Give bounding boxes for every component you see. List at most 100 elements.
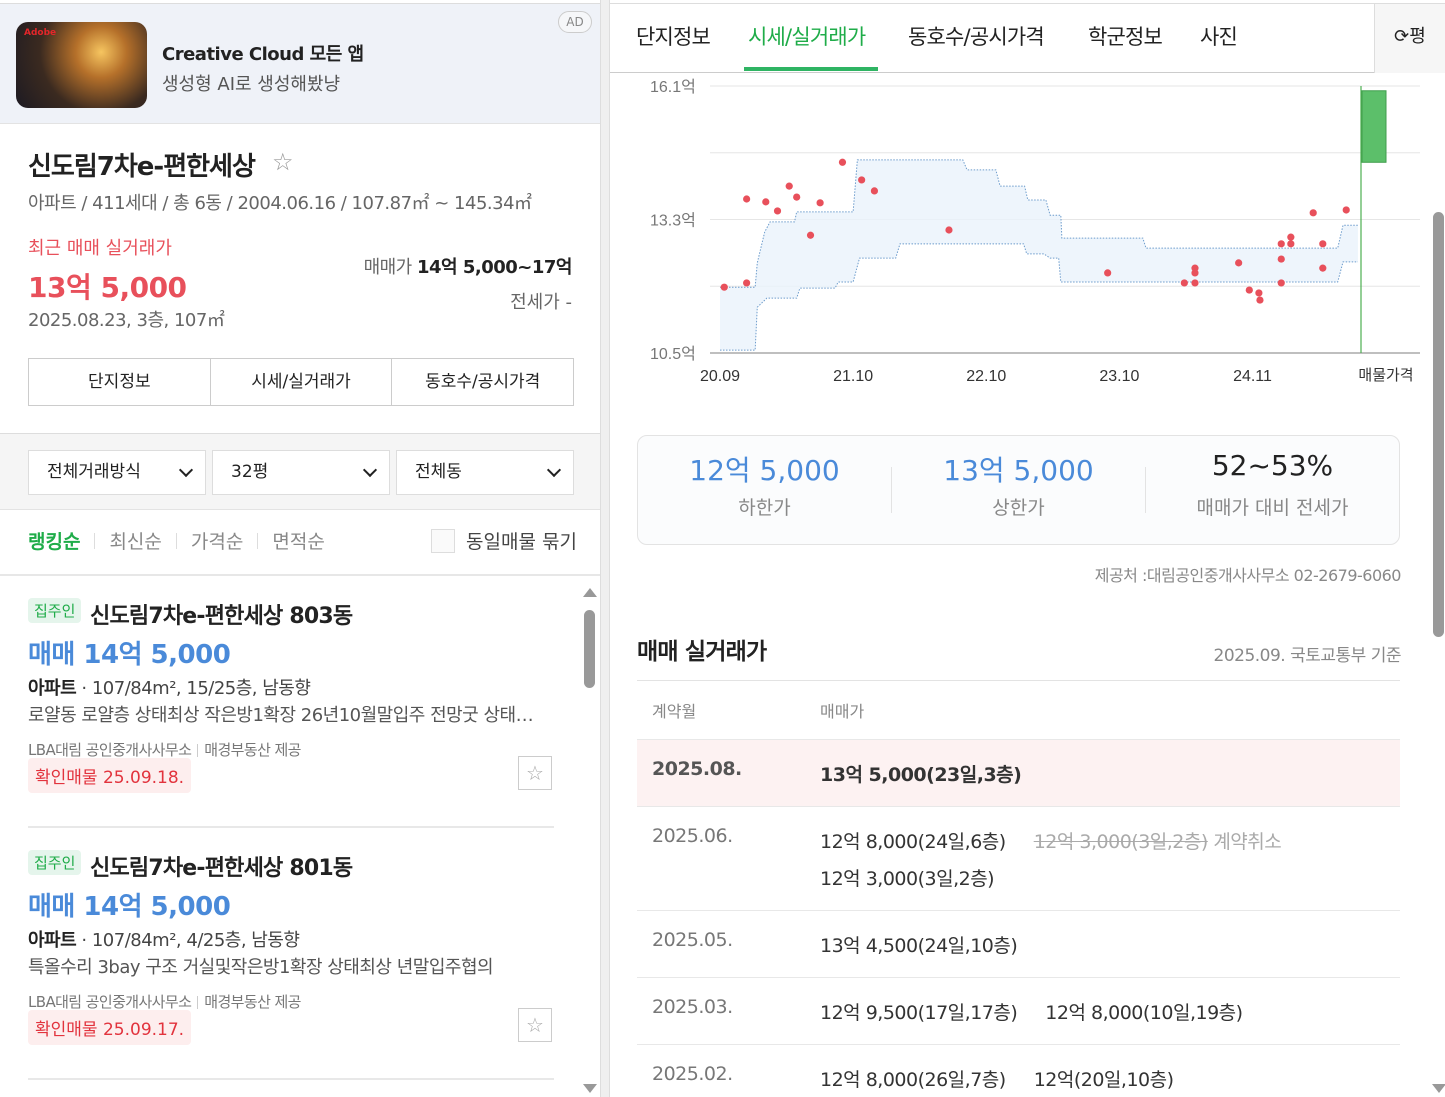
deal-month: 2025.08. [652, 758, 742, 780]
filter-bar: 전체거래방식 32평 전체동 [0, 433, 600, 510]
deal-entry: 12억 3,000(3일,2층) [820, 868, 995, 890]
header-month: 계약월 [652, 702, 697, 721]
deal-point [945, 226, 953, 234]
listing-price: 매매 14억 5,000 [28, 892, 231, 922]
deal-point [1287, 240, 1295, 248]
favorite-star-icon[interactable]: ☆ [272, 148, 294, 176]
deal-point [1245, 286, 1253, 294]
ad-banner[interactable]: Adobe Creative Cloud 모든 앱 생성형 AI로 생성해봤냥 … [0, 3, 600, 124]
deal-month: 2025.03. [652, 996, 733, 1018]
unit-toggle-button[interactable]: ⟳평 [1374, 3, 1445, 73]
deal-point [1277, 279, 1285, 287]
deal-month: 2025.05. [652, 929, 733, 951]
group-same-label[interactable]: 동일매물 묶기 [466, 527, 577, 554]
x-tick-label: 21.10 [833, 368, 873, 385]
deal-point [1180, 279, 1188, 287]
deal-point [870, 187, 879, 195]
deal-entry: 12억 8,000(24일,6층) [820, 831, 1006, 853]
listing-name[interactable]: 신도림7차e-편한세상 803동 [90, 598, 353, 630]
sort-price[interactable]: 가격순 [191, 527, 243, 554]
scroll-down-icon[interactable] [583, 1084, 597, 1093]
deals-table: 계약월 매매가 2025.08. 13억 5,000(23일,3층) 2025.06… [637, 680, 1400, 1097]
tab-complex-info[interactable]: 단지정보 [636, 21, 711, 51]
star-icon[interactable]: ☆ [518, 756, 552, 790]
deal-entry: 12억(20일,10층) [1033, 1069, 1174, 1091]
deal-point [1191, 264, 1199, 272]
listing-item[interactable]: 집주인 신도림7차e-편한세상 803동 매매 14억 5,000 아파트 · … [28, 576, 554, 828]
scroll-up-icon[interactable] [583, 588, 597, 597]
ad-image[interactable]: Adobe [16, 22, 147, 108]
deal-point [743, 279, 751, 287]
left-tab-market-price[interactable]: 시세/실거래가 [211, 359, 393, 405]
provider-info: 제공처 :대림공인중개사사무소 02-2679-6060 [1094, 566, 1402, 585]
right-tabs: 단지정보 시세/실거래가 동호수/공시가격 학군정보 사진 [610, 3, 1445, 73]
building-select[interactable]: 전체동 [396, 450, 574, 495]
listing-type: 아파트 [28, 678, 77, 699]
panel-divider[interactable] [601, 0, 610, 1097]
listing-price-bar [1361, 90, 1387, 163]
scrollbar-thumb[interactable] [1433, 212, 1444, 637]
sort-latest[interactable]: 최신순 [109, 527, 161, 554]
deal-entry: 12억 8,000(26일,7층) [820, 1069, 1006, 1091]
recent-deal-detail: 2025.08.23, 3층, 107㎡ [28, 310, 225, 331]
deal-point [1277, 255, 1285, 263]
right-scrollbar[interactable] [1432, 75, 1445, 1097]
recent-deal-label: 최근 매매 실거래가 [28, 238, 172, 259]
deal-month: 2025.06. [652, 825, 733, 847]
sale-value: 14억 5,000~17억 [416, 257, 573, 278]
deal-month: 2025.02. [652, 1063, 733, 1085]
listing-price: 매매 14억 5,000 [28, 640, 231, 670]
tab-unit-price[interactable]: 동호수/공시가격 [908, 21, 1045, 51]
deal-point [1319, 264, 1327, 272]
y-tick-label: 16.1억 [650, 78, 696, 96]
deal-point [773, 207, 782, 215]
group-same-checkbox[interactable] [431, 529, 455, 553]
deal-point [1256, 296, 1264, 304]
sort-area[interactable]: 면적순 [272, 527, 324, 554]
listing-spec-text: · 107/84m², 15/25층, 남동향 [76, 678, 311, 699]
scrollbar-thumb[interactable] [584, 610, 595, 688]
confirmed-badge: 확인매물 25.09.17. [28, 1010, 192, 1045]
deal-entry: 13억 5,000(23일,3층) [820, 764, 1022, 786]
deal-entry: 12억 8,000(10일,19층) [1045, 1002, 1243, 1024]
deal-point [1191, 279, 1199, 287]
listing-name[interactable]: 신도림7차e-편한세상 801동 [90, 850, 353, 882]
sort-options: 랭킹순 최신순 가격순 면적순 [28, 527, 325, 554]
trade-type-select[interactable]: 전체거래방식 [28, 450, 206, 495]
x-tick-label: 23.10 [1099, 368, 1139, 385]
agent-name[interactable]: LBA대림 공인중개사사무소 [28, 993, 192, 1011]
confirmed-badge: 확인매물 25.09.18. [28, 758, 192, 793]
deal-point [838, 158, 847, 166]
ad-title[interactable]: Creative Cloud 모든 앱 [162, 40, 364, 66]
ad-badge[interactable]: AD [558, 11, 592, 33]
star-icon[interactable]: ☆ [518, 1008, 552, 1042]
summary-upper: 13억 5,000 상한가 [892, 454, 1146, 519]
lower-price: 12억 5,000 [689, 454, 840, 487]
listing-scrollbar[interactable] [583, 588, 597, 1093]
listing-agent: LBA대림 공인중개사사무소 매경부동산 제공 [28, 739, 301, 760]
owner-tag: 집주인 [28, 850, 82, 875]
ad-subtitle: 생성형 AI로 생성해봤냥 [162, 74, 341, 95]
tab-market-price[interactable]: 시세/실거래가 [748, 21, 866, 51]
lower-label: 하한가 [738, 497, 791, 519]
listing-spec-text: · 107/84m², 4/25층, 남동향 [76, 930, 300, 951]
sort-ranking[interactable]: 랭킹순 [28, 527, 80, 554]
scroll-down-icon[interactable] [1432, 1084, 1445, 1093]
price-summary: 12억 5,000 하한가 13억 5,000 상한가 52~53% 매매가 대비 전… [637, 435, 1400, 545]
area-select[interactable]: 32평 [212, 450, 390, 495]
complex-title: 신도림7차e-편한세상 [28, 152, 256, 182]
tab-school[interactable]: 학군정보 [1088, 21, 1163, 51]
left-tab-unit-price[interactable]: 동호수/공시가격 [392, 359, 573, 405]
tab-photos[interactable]: 사진 [1200, 21, 1238, 51]
chevron-down-icon [362, 462, 378, 478]
agent-name[interactable]: LBA대림 공인중개사사무소 [28, 741, 192, 759]
complex-meta: 아파트 / 411세대 / 총 6동 / 2004.06.16 / 107.87… [28, 193, 532, 214]
ratio-label: 매매가 대비 전세가 [1196, 497, 1349, 519]
left-tab-complex-info[interactable]: 단지정보 [29, 359, 211, 405]
owner-tag: 집주인 [28, 598, 82, 623]
refresh-icon: ⟳ [1394, 26, 1410, 47]
active-tab-indicator [744, 67, 878, 71]
listing-item[interactable]: 집주인 신도림7차e-편한세상 801동 매매 14억 5,000 아파트 · … [28, 828, 554, 1080]
deals-basis: 2025.09. 국토교통부 기준 [1213, 646, 1402, 666]
listing-agent: LBA대림 공인중개사사무소 매경부동산 제공 [28, 991, 301, 1012]
